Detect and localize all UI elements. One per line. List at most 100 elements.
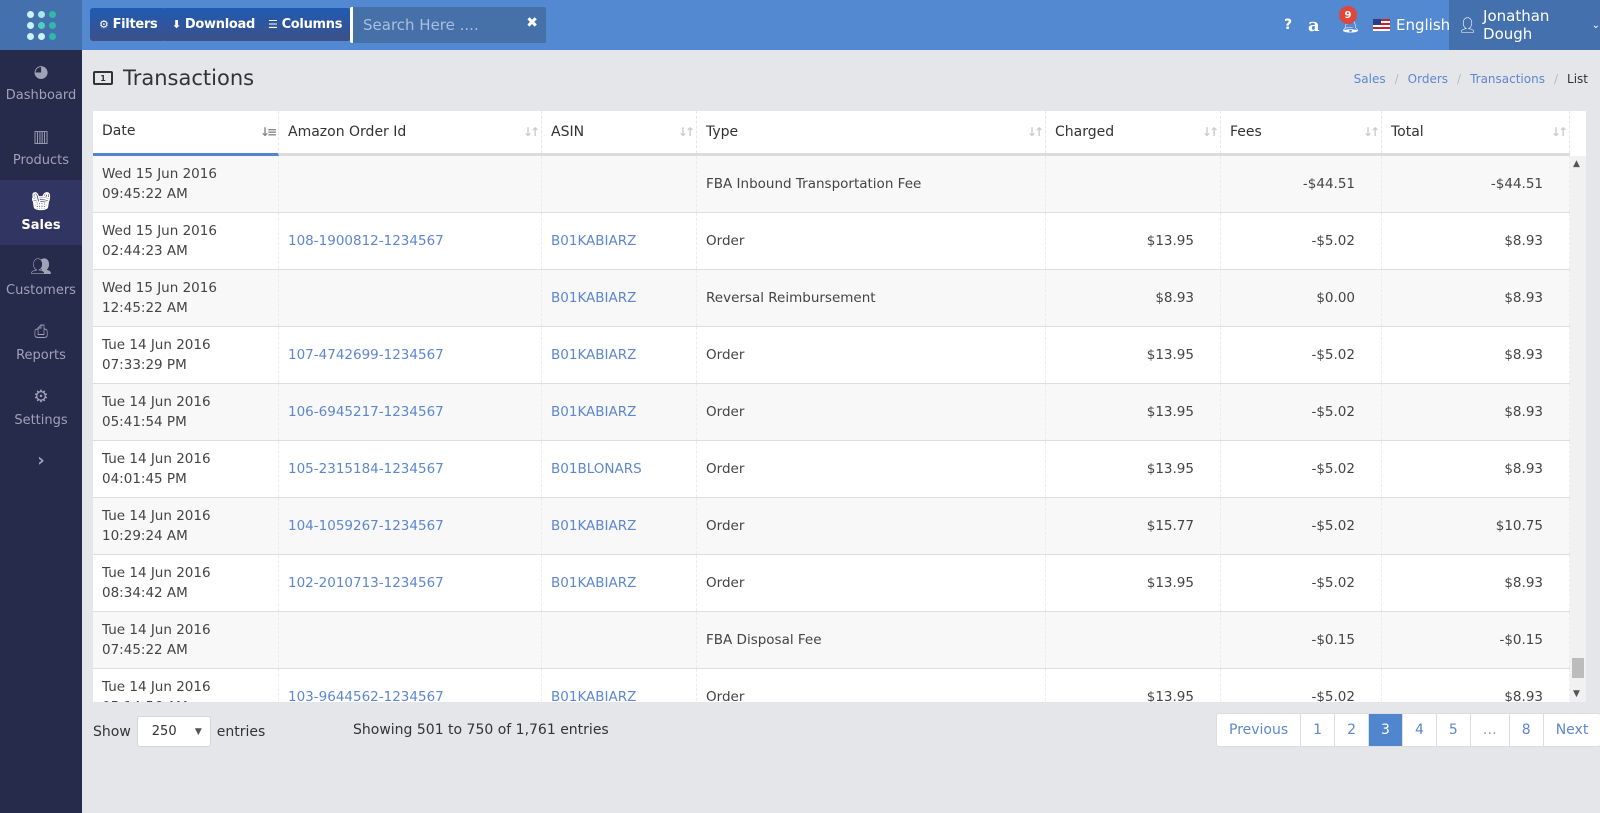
cell-asin[interactable]: B01KABIARZ [542,384,697,440]
date-text: Tue 14 Jun 2016 [102,394,211,410]
table-row[interactable]: Tue 14 Jun 2016 07:33:29 PM 107-4742699-12… [93,327,1570,384]
order-id-link[interactable]: 107-4742699-1234567 [288,347,444,363]
breadcrumb-sales[interactable]: Sales [1354,72,1386,86]
sort-icon: ↓↑ [1026,125,1044,139]
page-button-3[interactable]: 3 [1369,714,1403,746]
asin-link[interactable]: B01KABIARZ [551,290,636,306]
type-text: FBA Disposal Fee [706,632,822,648]
asin-link[interactable]: B01KABIARZ [551,233,636,249]
column-header-charged[interactable]: Charged ↓↑ [1046,111,1221,153]
page-button-2[interactable]: 2 [1335,714,1370,746]
cell-order-id[interactable]: 106-6945217-1234567 [279,384,542,440]
sidebar-expand-button[interactable]: › [0,440,82,480]
asin-link[interactable]: B01KABIARZ [551,347,636,363]
table-row[interactable]: Tue 14 Jun 2016 05:41:54 PM 106-6945217-12… [93,384,1570,441]
cell-type: Order [697,384,1046,440]
cell-order-id[interactable]: 102-2010713-1234567 [279,555,542,611]
order-id-link[interactable]: 102-2010713-1234567 [288,575,444,591]
asin-link[interactable]: B01KABIARZ [551,404,636,420]
column-header-type[interactable]: Type ↓↑ [697,111,1046,153]
cell-asin[interactable]: B01KABIARZ [542,555,697,611]
column-label: Type [706,124,739,140]
fees-value: -$5.02 [1311,518,1355,534]
next-page-button[interactable]: Next [1544,714,1600,746]
fees-value: -$5.02 [1311,689,1355,702]
cell-order-id[interactable]: 103-9644562-1234567 [279,669,542,702]
cell-asin[interactable]: B01BLONARS [542,441,697,497]
date-text: Tue 14 Jun 2016 [102,508,211,524]
asin-link[interactable]: B01KABIARZ [551,518,636,534]
search-input[interactable] [363,16,523,34]
cell-asin[interactable]: B01KABIARZ [542,327,697,383]
page-button-1[interactable]: 1 [1301,714,1336,746]
asin-link[interactable]: B01KABIARZ [551,575,636,591]
sidebar-item-sales[interactable]: 🧺︎ Sales [0,180,82,245]
column-header-total[interactable]: Total ↓↑ [1382,111,1570,153]
order-id-link[interactable]: 104-1059267-1234567 [288,518,444,534]
sidebar-item-label: Reports [16,348,66,363]
table-scrollbar[interactable]: ▲ ▼ [1570,156,1586,702]
scroll-down-icon[interactable]: ▼ [1573,689,1580,699]
table-row[interactable]: Tue 14 Jun 2016 08:34:42 AM 102-2010713-12… [93,555,1570,612]
page-length-select[interactable]: 250 ▼ [136,716,211,747]
top-bar: ⚙ Filters ⬇ Download ☰ Columns ✖ ? a 🔔︎ … [0,0,1600,50]
table-row[interactable]: Wed 15 Jun 2016 09:45:22 AM FBA Inbound Tr… [93,156,1570,213]
table-row[interactable]: Tue 14 Jun 2016 04:01:45 PM 105-2315184-12… [93,441,1570,498]
page-button-5[interactable]: 5 [1437,714,1471,746]
table-row[interactable]: Tue 14 Jun 2016 10:29:24 AM 104-1059267-12… [93,498,1570,555]
sidebar-item-reports[interactable]: ⎙ Reports [0,310,82,375]
page-button-4[interactable]: 4 [1403,714,1437,746]
cell-order-id[interactable]: 105-2315184-1234567 [279,441,542,497]
download-button[interactable]: ⬇ Download [163,8,264,41]
cell-total: $8.93 [1382,441,1570,497]
order-id-link[interactable]: 106-6945217-1234567 [288,404,444,420]
column-header-asin[interactable]: ASIN ↓↑ [542,111,697,153]
order-id-link[interactable]: 108-1900812-1234567 [288,233,444,249]
filters-button[interactable]: ⚙ Filters [90,8,167,41]
cell-type: Order [697,327,1046,383]
asin-link[interactable]: B01BLONARS [551,461,642,477]
breadcrumb-transactions[interactable]: Transactions [1470,72,1545,86]
cell-asin[interactable]: B01KABIARZ [542,213,697,269]
columns-button[interactable]: ☰ Columns [259,8,352,41]
column-header-order-id[interactable]: Amazon Order Id ↓↑ [279,111,542,153]
table-row[interactable]: Wed 15 Jun 2016 02:44:23 AM 108-1900812-12… [93,213,1570,270]
fees-value: -$5.02 [1311,347,1355,363]
sort-icon: ↓↑ [1550,125,1568,139]
table-row[interactable]: Tue 14 Jun 2016 05:14:56 AM 103-9644562-12… [93,669,1570,702]
sidebar-item-dashboard[interactable]: ◕ Dashboard [0,50,82,115]
amazon-icon[interactable]: a [1308,0,1320,50]
user-menu[interactable]: 👤︎ Jonathan Dough ⌄ [1449,0,1600,50]
app-logo[interactable] [0,0,82,50]
help-icon[interactable]: ? [1284,0,1292,50]
cell-order-id[interactable]: 104-1059267-1234567 [279,498,542,554]
barcode-icon: ▥ [32,127,50,147]
breadcrumb-orders[interactable]: Orders [1408,72,1448,86]
column-header-date[interactable]: Date ↓≡ [93,111,279,156]
sidebar-item-settings[interactable]: ⚙ Settings [0,375,82,440]
asin-link[interactable]: B01KABIARZ [551,689,636,702]
scroll-up-icon[interactable]: ▲ [1573,159,1580,169]
page-button-8[interactable]: 8 [1510,714,1544,746]
clear-search-icon[interactable]: ✖ [526,15,538,31]
sidebar-item-label: Dashboard [5,88,77,103]
sidebar-item-customers[interactable]: 👥︎ Customers [0,245,82,310]
cell-asin[interactable]: B01KABIARZ [542,498,697,554]
table-row[interactable]: Tue 14 Jun 2016 07:45:22 AM FBA Disposal F… [93,612,1570,669]
logo-dot [48,10,56,18]
sidebar-item-products[interactable]: ▥ Products [0,115,82,180]
fees-value: -$5.02 [1311,461,1355,477]
table-row[interactable]: Wed 15 Jun 2016 12:45:22 AM B01KABIARZ Reve… [93,270,1570,327]
logo-dot [37,10,45,18]
cell-order-id[interactable]: 107-4742699-1234567 [279,327,542,383]
scrollbar-thumb[interactable] [1572,658,1584,678]
cell-asin[interactable]: B01KABIARZ [542,669,697,702]
cell-order-id[interactable]: 108-1900812-1234567 [279,213,542,269]
cell-asin[interactable]: B01KABIARZ [542,270,697,326]
language-selector[interactable]: English [1373,0,1450,50]
column-header-fees[interactable]: Fees ↓↑ [1221,111,1382,153]
previous-page-button[interactable]: Previous [1217,714,1302,746]
order-id-link[interactable]: 103-9644562-1234567 [288,689,444,702]
order-id-link[interactable]: 105-2315184-1234567 [288,461,444,477]
cell-total: -$44.51 [1382,156,1570,212]
